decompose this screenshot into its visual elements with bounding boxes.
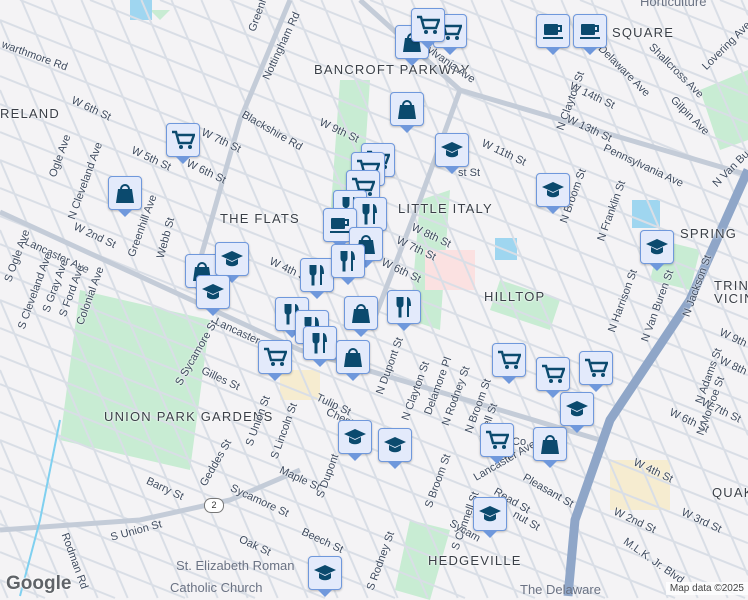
- school-icon: [479, 506, 501, 522]
- cart-marker[interactable]: [579, 351, 613, 392]
- cart-marker[interactable]: [492, 343, 526, 384]
- pond: [495, 238, 517, 260]
- shop-icon: [116, 184, 134, 203]
- school-marker[interactable]: [536, 173, 570, 214]
- school-marker[interactable]: [215, 242, 249, 283]
- neighborhood-label: SPRING: [680, 226, 738, 241]
- pond: [632, 200, 660, 228]
- shop-marker[interactable]: [533, 427, 567, 468]
- cart-icon: [172, 130, 195, 149]
- neighborhood-label: QUAK: [712, 485, 748, 500]
- school-marker[interactable]: [560, 392, 594, 433]
- street-label: Co: [512, 436, 527, 448]
- neighborhood-label: UNION PARK GARDENS: [104, 409, 274, 424]
- google-logo: Google: [6, 573, 72, 594]
- food-icon: [396, 297, 411, 318]
- neighborhood-label: THE FLATS: [220, 211, 300, 226]
- cup-marker[interactable]: [536, 14, 570, 55]
- food-marker[interactable]: [303, 326, 337, 367]
- food-marker[interactable]: [353, 197, 387, 238]
- poi-label: The Delaware: [520, 582, 601, 597]
- school-icon: [221, 251, 243, 267]
- food-marker[interactable]: [387, 290, 421, 331]
- food-marker[interactable]: [331, 244, 365, 285]
- poi-label: Catholic Church: [170, 580, 263, 595]
- shop-marker[interactable]: [336, 340, 370, 381]
- neighborhood-label: RELAND: [0, 106, 60, 121]
- neighborhood-label: VICIN: [714, 291, 748, 306]
- neighborhood-label: LITTLE ITALY: [398, 201, 493, 216]
- route-shield: 2: [204, 498, 224, 513]
- school-marker[interactable]: [435, 133, 469, 174]
- food-icon: [309, 265, 324, 286]
- creek: [19, 419, 61, 597]
- cart-marker[interactable]: [411, 8, 445, 49]
- cart-marker[interactable]: [166, 123, 200, 164]
- cart-icon: [264, 347, 287, 366]
- poi-label: Horticulture: [640, 0, 707, 9]
- school-icon: [202, 284, 224, 300]
- commercial-area: [280, 370, 320, 400]
- shop-icon: [352, 304, 370, 323]
- cup-icon: [580, 24, 600, 39]
- shop-icon: [398, 100, 416, 119]
- cup-icon: [543, 24, 563, 39]
- neighborhood-label: SQUARE: [612, 25, 675, 40]
- food-marker[interactable]: [300, 258, 334, 299]
- shop-icon: [541, 435, 559, 454]
- poi-label: St. Elizabeth Roman: [176, 558, 295, 573]
- cart-icon: [417, 15, 440, 34]
- school-marker[interactable]: [640, 230, 674, 271]
- school-icon: [344, 429, 366, 445]
- street-label: st St: [458, 167, 481, 179]
- school-icon: [542, 182, 564, 198]
- school-marker[interactable]: [338, 420, 372, 461]
- shop-marker[interactable]: [108, 176, 142, 217]
- cart-icon: [585, 358, 608, 377]
- cart-icon: [498, 350, 521, 369]
- neighborhood-label: HILLTOP: [484, 289, 546, 304]
- cart-marker[interactable]: [258, 340, 292, 381]
- neighborhood-label: HEDGEVILLE: [428, 553, 522, 568]
- school-icon: [441, 142, 463, 158]
- cart-marker[interactable]: [536, 357, 570, 398]
- cart-icon: [542, 364, 565, 383]
- school-marker[interactable]: [196, 275, 230, 316]
- cart-marker[interactable]: [480, 423, 514, 464]
- shop-marker[interactable]: [390, 92, 424, 133]
- school-marker[interactable]: [378, 428, 412, 469]
- school-marker[interactable]: [308, 556, 342, 597]
- shop-marker[interactable]: [344, 296, 378, 337]
- shop-icon: [344, 348, 362, 367]
- school-marker[interactable]: [473, 497, 507, 538]
- school-icon: [314, 565, 336, 581]
- school-icon: [384, 437, 406, 453]
- food-icon: [312, 333, 327, 354]
- school-icon: [646, 239, 668, 255]
- food-icon: [362, 204, 377, 225]
- cart-icon: [486, 430, 509, 449]
- cup-marker[interactable]: [573, 14, 607, 55]
- school-icon: [566, 401, 588, 417]
- map-attribution[interactable]: Map data ©2025: [665, 582, 748, 595]
- food-icon: [340, 251, 355, 272]
